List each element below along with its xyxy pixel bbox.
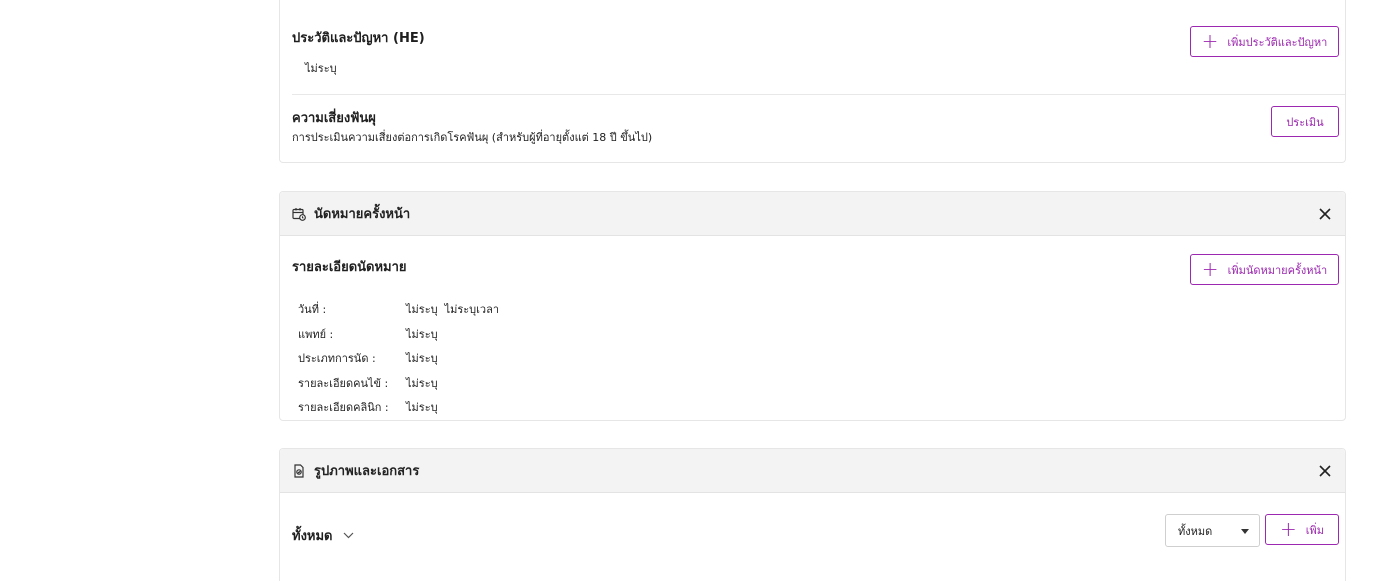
history-value: ไม่ระบุ bbox=[305, 62, 337, 75]
add-appointment-label: เพิ่มนัดหมายครั้งหน้า bbox=[1227, 263, 1328, 277]
add-history-button[interactable]: + เพิ่มประวัติและปัญหา bbox=[1190, 26, 1339, 57]
plus-icon: + bbox=[1279, 516, 1297, 541]
documents-header: รูปภาพและเอกสาร bbox=[280, 449, 1345, 493]
add-history-label: เพิ่มประวัติและปัญหา bbox=[1227, 35, 1328, 49]
appointment-header-title: นัดหมายครั้งหน้า bbox=[314, 207, 411, 222]
plus-icon: + bbox=[1201, 256, 1219, 281]
row-label: วันที่ : bbox=[298, 303, 327, 316]
close-icon[interactable] bbox=[1317, 206, 1333, 222]
plus-icon: + bbox=[1201, 28, 1219, 53]
row-label: แพทย์ : bbox=[298, 328, 334, 341]
row-value: ไม่ระบุ bbox=[406, 352, 438, 365]
documents-filter-toggle[interactable]: ทั้งหมด bbox=[292, 525, 354, 546]
page: ประวัติและปัญหา (HE) ไม่ระบุ + เพิ่มประว… bbox=[0, 0, 1400, 581]
documents-type-select[interactable]: ทั้งหมด bbox=[1165, 514, 1260, 547]
appointment-row-date: วันที่ : ไม่ระบุ ไม่ระบุเวลา bbox=[298, 300, 499, 318]
section-divider bbox=[292, 94, 1345, 95]
document-icon bbox=[292, 463, 306, 478]
add-appointment-button[interactable]: + เพิ่มนัดหมายครั้งหน้า bbox=[1190, 254, 1339, 285]
appointment-row-patient: รายละเอียดคนไข้ : ไม่ระบุ bbox=[298, 374, 438, 392]
appointment-row-type: ประเภทการนัด : ไม่ระบุ bbox=[298, 349, 438, 367]
appointment-row-clinic: รายละเอียดคลินิก : ไม่ระบุ bbox=[298, 398, 438, 416]
history-risk-card: ประวัติและปัญหา (HE) ไม่ระบุ + เพิ่มประว… bbox=[279, 0, 1346, 163]
assess-button[interactable]: ประเมิน bbox=[1271, 106, 1339, 137]
appointment-details-title: รายละเอียดนัดหมาย bbox=[292, 260, 407, 275]
row-value: ไม่ระบุ bbox=[406, 401, 438, 414]
history-title: ประวัติและปัญหา (HE) bbox=[292, 31, 425, 46]
assess-label: ประเมิน bbox=[1286, 115, 1324, 129]
row-value: ไม่ระบุ bbox=[406, 377, 438, 390]
select-value: ทั้งหมด bbox=[1178, 524, 1213, 538]
row-label: รายละเอียดคนไข้ : bbox=[298, 377, 389, 390]
close-icon[interactable] bbox=[1317, 463, 1333, 479]
add-document-button[interactable]: + เพิ่ม bbox=[1265, 514, 1339, 545]
add-document-label: เพิ่ม bbox=[1305, 523, 1325, 537]
row-value: ไม่ระบุ bbox=[406, 328, 438, 341]
dental-risk-title: ความเสี่ยงฟันผุ bbox=[292, 111, 376, 126]
appointment-header: นัดหมายครั้งหน้า bbox=[280, 192, 1345, 236]
row-value: ไม่ระบุ ไม่ระบุเวลา bbox=[406, 303, 500, 316]
documents-header-title: รูปภาพและเอกสาร bbox=[314, 464, 420, 479]
calendar-clock-icon bbox=[292, 207, 306, 221]
documents-card: รูปภาพและเอกสาร ทั้งหมด ทั้งหมด + เพิ่ม bbox=[279, 448, 1346, 581]
row-label: รายละเอียดคลินิก : bbox=[298, 401, 389, 414]
documents-filter-label: ทั้งหมด bbox=[292, 529, 333, 544]
chevron-down-icon bbox=[343, 532, 354, 539]
appointment-card: นัดหมายครั้งหน้า รายละเอียดนัดหมาย + เพิ… bbox=[279, 191, 1346, 421]
dental-risk-subtitle: การประเมินความเสี่ยงต่อการเกิดโรคฟันผุ (… bbox=[292, 131, 653, 144]
appointment-row-doctor: แพทย์ : ไม่ระบุ bbox=[298, 325, 438, 343]
row-label: ประเภทการนัด : bbox=[298, 352, 376, 365]
caret-down-icon bbox=[1241, 529, 1249, 534]
